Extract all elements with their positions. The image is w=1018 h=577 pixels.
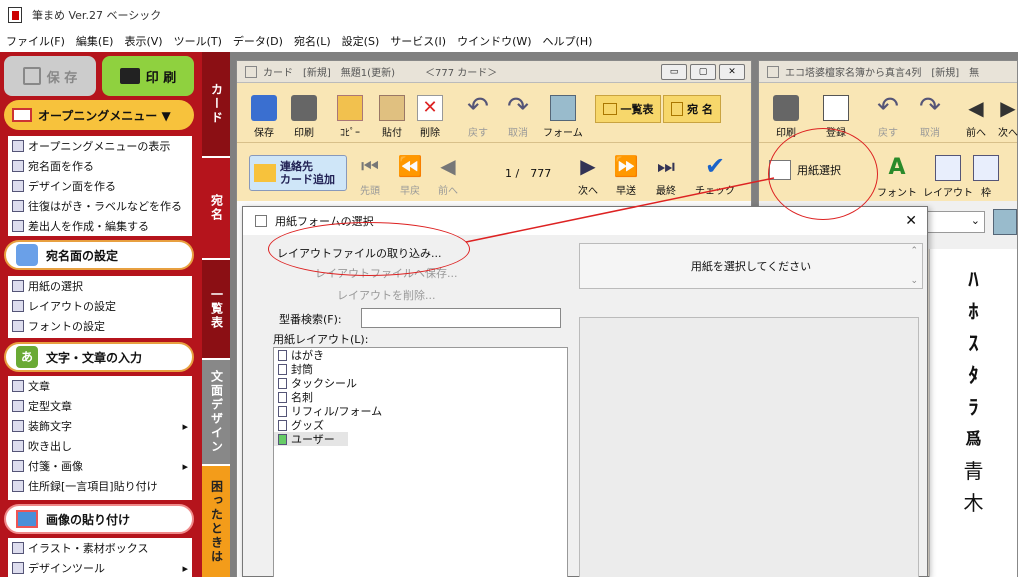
annotation-line (465, 177, 775, 243)
app-window: 筆まめ Ver.27 ベーシック ファイル(F) 編集(E) 表示(V) ツール… (0, 0, 1018, 577)
